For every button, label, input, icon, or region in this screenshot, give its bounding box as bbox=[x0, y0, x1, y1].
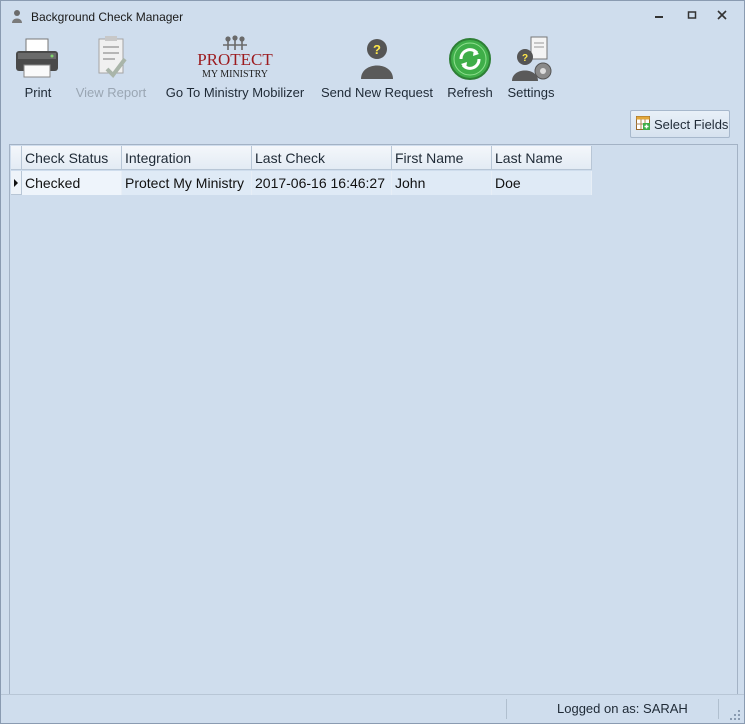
column-header-last-check[interactable]: Last Check bbox=[252, 146, 392, 170]
data-grid: Check Status Integration Last Check Firs… bbox=[9, 144, 738, 695]
select-fields-label: Select Fields bbox=[654, 117, 729, 132]
refresh-label: Refresh bbox=[447, 85, 493, 100]
protect-my-ministry-logo: PROTECT MY MINISTRY bbox=[197, 35, 273, 80]
title-bar[interactable]: Background Check Manager bbox=[1, 1, 744, 31]
restore-icon bbox=[687, 11, 697, 19]
close-icon bbox=[717, 10, 727, 20]
refresh-icon bbox=[449, 38, 491, 80]
row-pointer-icon bbox=[14, 179, 18, 187]
resize-grip-icon[interactable] bbox=[730, 710, 740, 720]
person-icon bbox=[12, 10, 22, 23]
app-window: Background Check Manager Print View Repo… bbox=[0, 0, 745, 724]
unknown-person-icon: ? bbox=[361, 39, 393, 79]
restore-button[interactable] bbox=[682, 7, 702, 25]
minimize-button[interactable] bbox=[649, 7, 669, 25]
close-button[interactable] bbox=[712, 7, 732, 25]
window-title: Background Check Manager bbox=[31, 10, 184, 24]
logo-text-protect: PROTECT bbox=[197, 50, 273, 69]
settings-person-icon: ? bbox=[512, 36, 552, 81]
table-cell-last-name[interactable]: Doe bbox=[492, 171, 592, 195]
logged-on-status: Logged on as: SARAH bbox=[557, 701, 688, 716]
view-report-button[interactable]: View Report bbox=[73, 31, 149, 105]
column-header-integration[interactable]: Integration bbox=[122, 146, 252, 170]
svg-text:?: ? bbox=[522, 53, 528, 64]
minimize-icon bbox=[655, 16, 663, 18]
svg-text:?: ? bbox=[373, 42, 381, 57]
printer-icon bbox=[16, 38, 58, 78]
print-label: Print bbox=[24, 85, 52, 100]
send-new-request-button[interactable]: ? Send New Request bbox=[319, 31, 435, 105]
table-add-icon bbox=[636, 116, 650, 130]
toolbar: Print View Report PROTECT MY MINISTRY Go… bbox=[1, 31, 744, 107]
column-header-first-name[interactable]: First Name bbox=[392, 146, 492, 170]
settings-label: Settings bbox=[507, 85, 555, 100]
table-cell-check-status[interactable]: Checked bbox=[22, 171, 122, 195]
status-bar: Logged on as: SARAH bbox=[1, 694, 744, 723]
column-header-last-name[interactable]: Last Name bbox=[492, 146, 592, 170]
go-to-ministry-mobilizer-label: Go To Ministry Mobilizer bbox=[165, 85, 305, 100]
send-new-request-label: Send New Request bbox=[320, 85, 433, 100]
clipboard-report-icon bbox=[98, 36, 127, 79]
table-cell-last-check[interactable]: 2017-06-16 16:46:27 bbox=[252, 171, 392, 195]
print-button[interactable]: Print bbox=[13, 31, 63, 105]
logo-text-ministry: MY MINISTRY bbox=[202, 69, 268, 80]
table-cell-integration[interactable]: Protect My Ministry bbox=[122, 171, 252, 195]
select-fields-button[interactable]: Select Fields bbox=[630, 110, 730, 138]
status-separator bbox=[506, 699, 507, 719]
table-cell-first-name[interactable]: John bbox=[392, 171, 492, 195]
grid-corner bbox=[11, 146, 22, 170]
row-header[interactable] bbox=[11, 171, 22, 195]
column-header-check-status[interactable]: Check Status bbox=[22, 146, 122, 170]
go-to-ministry-mobilizer-button[interactable]: PROTECT MY MINISTRY Go To Ministry Mobil… bbox=[161, 31, 309, 105]
status-separator bbox=[718, 699, 719, 719]
refresh-button[interactable]: Refresh bbox=[445, 31, 495, 105]
view-report-label: View Report bbox=[75, 85, 147, 100]
settings-button[interactable]: ? Settings bbox=[505, 31, 557, 105]
